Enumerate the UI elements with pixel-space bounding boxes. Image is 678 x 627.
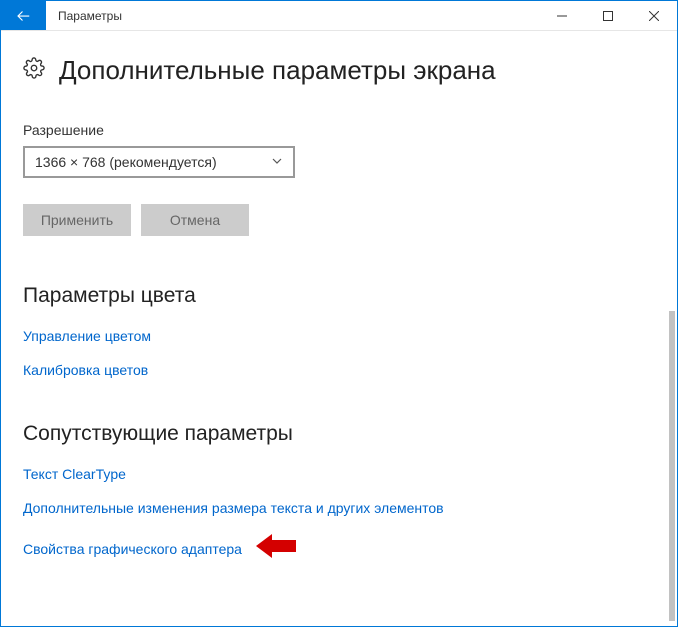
content-area: Дополнительные параметры экрана Разрешен…	[1, 31, 663, 626]
apply-button[interactable]: Применить	[23, 204, 131, 236]
window-controls	[539, 1, 677, 30]
close-icon	[649, 11, 659, 21]
page-header: Дополнительные параметры экрана	[23, 55, 641, 86]
minimize-button[interactable]	[539, 1, 585, 30]
scrollbar-thumb[interactable]	[669, 311, 675, 621]
minimize-icon	[557, 11, 567, 21]
maximize-button[interactable]	[585, 1, 631, 30]
button-row: Применить Отмена	[23, 204, 641, 236]
text-scaling-link[interactable]: Дополнительные изменения размера текста …	[23, 500, 641, 516]
resolution-label: Разрешение	[23, 122, 641, 138]
back-button[interactable]	[1, 1, 46, 30]
arrow-annotation-icon	[256, 534, 296, 563]
maximize-icon	[603, 11, 613, 21]
cancel-button[interactable]: Отмена	[141, 204, 249, 236]
adapter-properties-link[interactable]: Свойства графического адаптера	[23, 541, 242, 557]
resolution-dropdown[interactable]: 1366 × 768 (рекомендуется)	[23, 146, 295, 178]
titlebar: Параметры	[1, 1, 677, 31]
color-calibration-link[interactable]: Калибровка цветов	[23, 362, 641, 378]
close-button[interactable]	[631, 1, 677, 30]
related-section-heading: Сопутствующие параметры	[23, 422, 641, 446]
color-management-link[interactable]: Управление цветом	[23, 328, 641, 344]
arrow-left-icon	[15, 7, 33, 25]
window-title: Параметры	[46, 1, 539, 30]
cleartype-link[interactable]: Текст ClearType	[23, 466, 641, 482]
color-section-heading: Параметры цвета	[23, 284, 641, 308]
page-title: Дополнительные параметры экрана	[59, 55, 496, 86]
chevron-down-icon	[271, 154, 283, 170]
scrollbar[interactable]	[663, 31, 677, 626]
resolution-value: 1366 × 768 (рекомендуется)	[35, 154, 217, 170]
gear-icon	[23, 57, 45, 84]
